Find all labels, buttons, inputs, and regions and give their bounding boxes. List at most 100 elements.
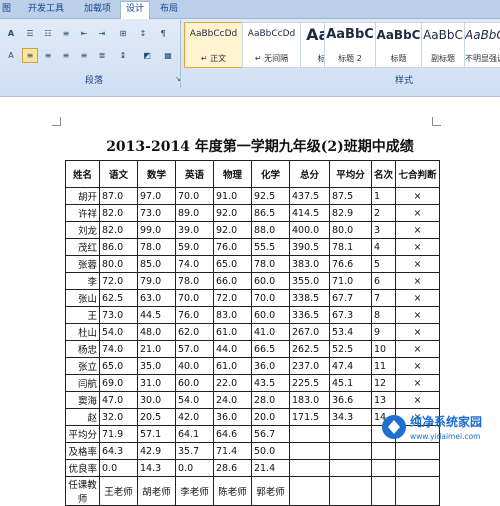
font-color-icon[interactable]: A bbox=[3, 48, 19, 63]
score-cell[interactable] bbox=[289, 425, 330, 443]
score-cell[interactable]: 66.5 bbox=[251, 340, 290, 358]
score-cell[interactable] bbox=[370, 459, 397, 477]
empty-cell[interactable] bbox=[289, 476, 330, 506]
score-cell[interactable]: 400.0 bbox=[289, 221, 330, 239]
score-cell[interactable]: 61.0 bbox=[213, 323, 252, 341]
score-cell[interactable]: 437.5 bbox=[289, 187, 330, 205]
paragraph-dialog-launcher-icon[interactable]: ↘ bbox=[172, 72, 184, 87]
score-cell[interactable]: 92.0 bbox=[213, 204, 252, 222]
score-cell[interactable]: × bbox=[395, 187, 441, 205]
name-cell[interactable]: 闫航 bbox=[65, 374, 100, 392]
score-cell[interactable] bbox=[329, 459, 372, 477]
score-cell[interactable]: 4 bbox=[370, 238, 397, 256]
chinese-layout-icon[interactable]: ⊞ bbox=[115, 26, 131, 41]
bullets-icon[interactable]: ☰ bbox=[22, 26, 38, 41]
score-cell[interactable]: × bbox=[395, 374, 441, 392]
score-cell[interactable] bbox=[289, 459, 330, 477]
name-cell[interactable]: 张山 bbox=[65, 289, 100, 307]
score-cell[interactable]: 36.6 bbox=[329, 391, 372, 409]
score-cell[interactable]: 32.0 bbox=[99, 408, 138, 426]
score-cell[interactable]: 57.1 bbox=[137, 425, 176, 443]
score-cell[interactable]: 35.0 bbox=[137, 357, 176, 375]
style-title[interactable]: AaBbC 标题 bbox=[375, 22, 422, 68]
score-cell[interactable]: 383.0 bbox=[289, 255, 330, 273]
style-subtle-emphasis[interactable]: AaBbC 不明显强调 bbox=[464, 22, 500, 68]
multilevel-list-icon[interactable]: ≡ bbox=[58, 26, 74, 41]
shading-icon[interactable]: ◩ bbox=[135, 48, 159, 63]
score-cell[interactable]: 82.0 bbox=[99, 204, 138, 222]
score-cell[interactable]: 35.7 bbox=[175, 442, 214, 460]
empty-cell[interactable] bbox=[329, 476, 372, 506]
score-cell[interactable]: 30.0 bbox=[137, 391, 176, 409]
score-cell[interactable]: 42.0 bbox=[175, 408, 214, 426]
score-cell[interactable]: 76.0 bbox=[175, 306, 214, 324]
score-cell[interactable]: 20.5 bbox=[137, 408, 176, 426]
score-cell[interactable]: 414.5 bbox=[289, 204, 330, 222]
score-cell[interactable]: 71.9 bbox=[99, 425, 138, 443]
score-cell[interactable]: × bbox=[395, 221, 441, 239]
score-cell[interactable]: 262.5 bbox=[289, 340, 330, 358]
score-cell[interactable]: 59.0 bbox=[175, 238, 214, 256]
score-cell[interactable]: 87.5 bbox=[329, 187, 372, 205]
score-cell[interactable]: 21.4 bbox=[251, 459, 290, 477]
score-cell[interactable]: 78.1 bbox=[329, 238, 372, 256]
score-cell[interactable]: 56.7 bbox=[251, 425, 290, 443]
score-cell[interactable]: × bbox=[395, 323, 441, 341]
score-cell[interactable]: 28.0 bbox=[251, 391, 290, 409]
score-cell[interactable]: 6 bbox=[370, 272, 397, 290]
score-cell[interactable]: 36.0 bbox=[251, 357, 290, 375]
score-cell[interactable]: 355.0 bbox=[289, 272, 330, 290]
style-heading-2[interactable]: AaBbC 标题 2 bbox=[324, 22, 376, 68]
score-cell[interactable]: 45.1 bbox=[329, 374, 372, 392]
score-cell[interactable]: 72.0 bbox=[213, 289, 252, 307]
score-cell[interactable]: 97.0 bbox=[137, 187, 176, 205]
score-cell[interactable]: 40.0 bbox=[175, 357, 214, 375]
name-cell[interactable]: 刘龙 bbox=[65, 221, 100, 239]
score-cell[interactable]: 62.0 bbox=[175, 323, 214, 341]
name-cell[interactable]: 许祥 bbox=[65, 204, 100, 222]
score-cell[interactable]: 87.0 bbox=[99, 187, 138, 205]
borders-icon[interactable]: ▦ bbox=[160, 48, 176, 63]
score-cell[interactable]: 82.9 bbox=[329, 204, 372, 222]
score-cell[interactable]: 24.0 bbox=[213, 391, 252, 409]
score-cell[interactable]: 225.5 bbox=[289, 374, 330, 392]
score-cell[interactable]: 237.0 bbox=[289, 357, 330, 375]
teacher-cell[interactable]: 郭老师 bbox=[251, 476, 290, 506]
score-cell[interactable]: 65.0 bbox=[99, 357, 138, 375]
score-cell[interactable]: 74.0 bbox=[175, 255, 214, 273]
score-cell[interactable]: 390.5 bbox=[289, 238, 330, 256]
score-cell[interactable]: 336.5 bbox=[289, 306, 330, 324]
score-cell[interactable]: 52.5 bbox=[329, 340, 372, 358]
empty-cell[interactable] bbox=[395, 476, 441, 506]
score-cell[interactable]: 70.0 bbox=[251, 289, 290, 307]
score-cell[interactable]: 55.5 bbox=[251, 238, 290, 256]
score-cell[interactable]: × bbox=[395, 289, 441, 307]
score-cell[interactable]: 2 bbox=[370, 204, 397, 222]
score-cell[interactable]: 48.0 bbox=[137, 323, 176, 341]
tab-developer[interactable]: 开发工具 bbox=[28, 2, 64, 16]
score-cell[interactable]: 91.0 bbox=[213, 187, 252, 205]
score-cell[interactable] bbox=[395, 459, 441, 477]
tab-design[interactable]: 设计 bbox=[120, 1, 151, 19]
score-cell[interactable]: 69.0 bbox=[99, 374, 138, 392]
score-cell[interactable]: 0.0 bbox=[175, 459, 214, 477]
score-cell[interactable]: × bbox=[395, 306, 441, 324]
name-cell[interactable]: 胡开 bbox=[65, 187, 100, 205]
align-center-icon[interactable]: ≡ bbox=[40, 48, 56, 63]
score-cell[interactable]: 47.0 bbox=[99, 391, 138, 409]
align-left-icon[interactable]: ≡ bbox=[22, 48, 38, 63]
score-cell[interactable]: 1 bbox=[370, 187, 397, 205]
score-cell[interactable] bbox=[329, 442, 372, 460]
score-cell[interactable]: 34.3 bbox=[329, 408, 372, 426]
score-cell[interactable]: 78.0 bbox=[137, 238, 176, 256]
name-cell[interactable]: 张蓉 bbox=[65, 255, 100, 273]
score-cell[interactable]: 78.0 bbox=[251, 255, 290, 273]
score-cell[interactable]: 86.0 bbox=[99, 238, 138, 256]
score-cell[interactable]: 7 bbox=[370, 289, 397, 307]
score-cell[interactable]: 89.0 bbox=[175, 204, 214, 222]
score-cell[interactable]: 44.5 bbox=[137, 306, 176, 324]
line-spacing-icon[interactable]: ↨ bbox=[115, 48, 131, 63]
score-cell[interactable]: 72.0 bbox=[99, 272, 138, 290]
score-cell[interactable]: 79.0 bbox=[137, 272, 176, 290]
name-cell[interactable]: 张立 bbox=[65, 357, 100, 375]
